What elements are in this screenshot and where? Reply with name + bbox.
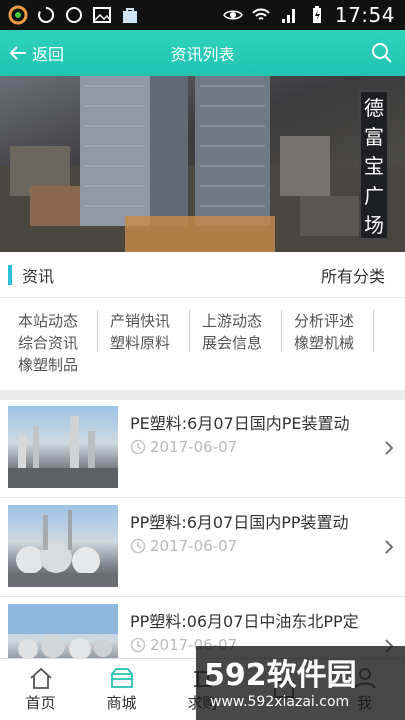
refinery-image [8,416,118,488]
news-thumbnail [8,406,118,488]
watermark-logo: 592软件园 [204,658,357,693]
clock-icon [130,439,146,455]
back-button[interactable]: 返回 [0,30,64,76]
news-thumbnail [8,505,118,587]
image-icon [93,7,111,23]
category-accent-bar [8,264,12,285]
refinery-image [8,604,118,658]
clock-icon [130,637,146,653]
category-row: 综合资讯 塑料原料 展会信息 橡塑机械 [18,332,405,354]
mall-icon [110,668,133,688]
category-item[interactable]: 塑料原料 [110,332,202,354]
nav-mall-label: 商城 [106,694,137,712]
news-title: PP塑料:06月07日中油东北PP定 [130,612,359,631]
news-date: 2017-06-07 [130,537,237,555]
news-title: PP塑料:6月07日国内PP装置动 [130,513,349,532]
news-date-text: 2017-06-07 [150,537,238,555]
category-item[interactable]: 综合资讯 [18,332,110,354]
nav-home[interactable]: 首页 [0,659,81,720]
battery-charging-icon [312,6,321,23]
chevron-right-icon [385,441,394,455]
watermark: 592软件园 www.592xiazai.com [196,646,405,720]
category-item[interactable]: 展会信息 [202,332,294,354]
sign-char: 富 [364,125,384,150]
category-item[interactable]: 上游动态 [202,310,294,352]
news-thumbnail [8,604,118,658]
shopping-bag-icon [123,8,137,23]
category-item[interactable]: 橡塑机械 [294,332,386,354]
clock-icon [130,538,146,554]
sign-char: 宝 [364,154,384,179]
category-header: 资讯 所有分类 [0,252,405,298]
sync-icon [38,6,55,23]
news-date-text: 2017-06-07 [150,438,238,456]
nav-home-label: 首页 [25,694,56,712]
news-title: PE塑料:6月07日国内PE装置动 [130,414,350,433]
category-item[interactable]: 分析评述 [294,310,386,352]
list-item[interactable]: PP塑料:6月07日国内PP装置动 2017-06-07 [0,499,405,597]
category-item[interactable]: 橡塑制品 [18,354,110,376]
signal-icon [281,9,295,23]
all-categories-link[interactable]: 所有分类 [321,263,385,287]
news-date: 2017-06-07 [130,438,237,456]
circle-icon [66,7,82,23]
watermark-url: www.592xiazai.com [210,694,350,710]
building-illustration [0,76,405,252]
title-bar: 返回 资讯列表 [0,30,405,76]
nav-mall[interactable]: 商城 [81,659,162,720]
back-label: 返回 [32,45,65,64]
chevron-right-icon [385,540,394,554]
sign-char: 德 [364,96,384,121]
app-notification-icon [8,5,28,25]
category-title: 资讯 [22,266,55,286]
status-time: 17:54 [334,3,395,27]
sign-char: 场 [364,212,384,237]
sign-char: 广 [364,183,384,208]
banner-image[interactable]: 德 富 宝 广 场 [0,76,405,252]
category-grid: 本站动态 产销快讯 上游动态 分析评述 综合资讯 塑料原料 展会信息 橡塑机械 … [0,298,405,390]
category-row: 橡塑制品 [18,354,405,376]
news-list: PE塑料:6月07日国内PE装置动 2017-06-07 PP塑料:6月07日国… [0,400,405,658]
search-icon[interactable] [369,40,395,66]
banner-sign: 德 富 宝 广 场 [359,90,389,240]
refinery-image [8,510,118,587]
arrow-left-icon [9,46,26,60]
category-row: 本站动态 产销快讯 上游动态 分析评述 [18,310,405,352]
category-item[interactable]: 产销快讯 [110,310,202,352]
home-icon [29,667,52,689]
list-item[interactable]: PE塑料:6月07日国内PE装置动 2017-06-07 [0,400,405,498]
category-item[interactable]: 本站动态 [18,310,110,352]
wifi-icon [252,8,270,20]
eye-icon [222,10,243,20]
status-bar: 17:54 [0,0,405,30]
section-divider [0,390,405,400]
